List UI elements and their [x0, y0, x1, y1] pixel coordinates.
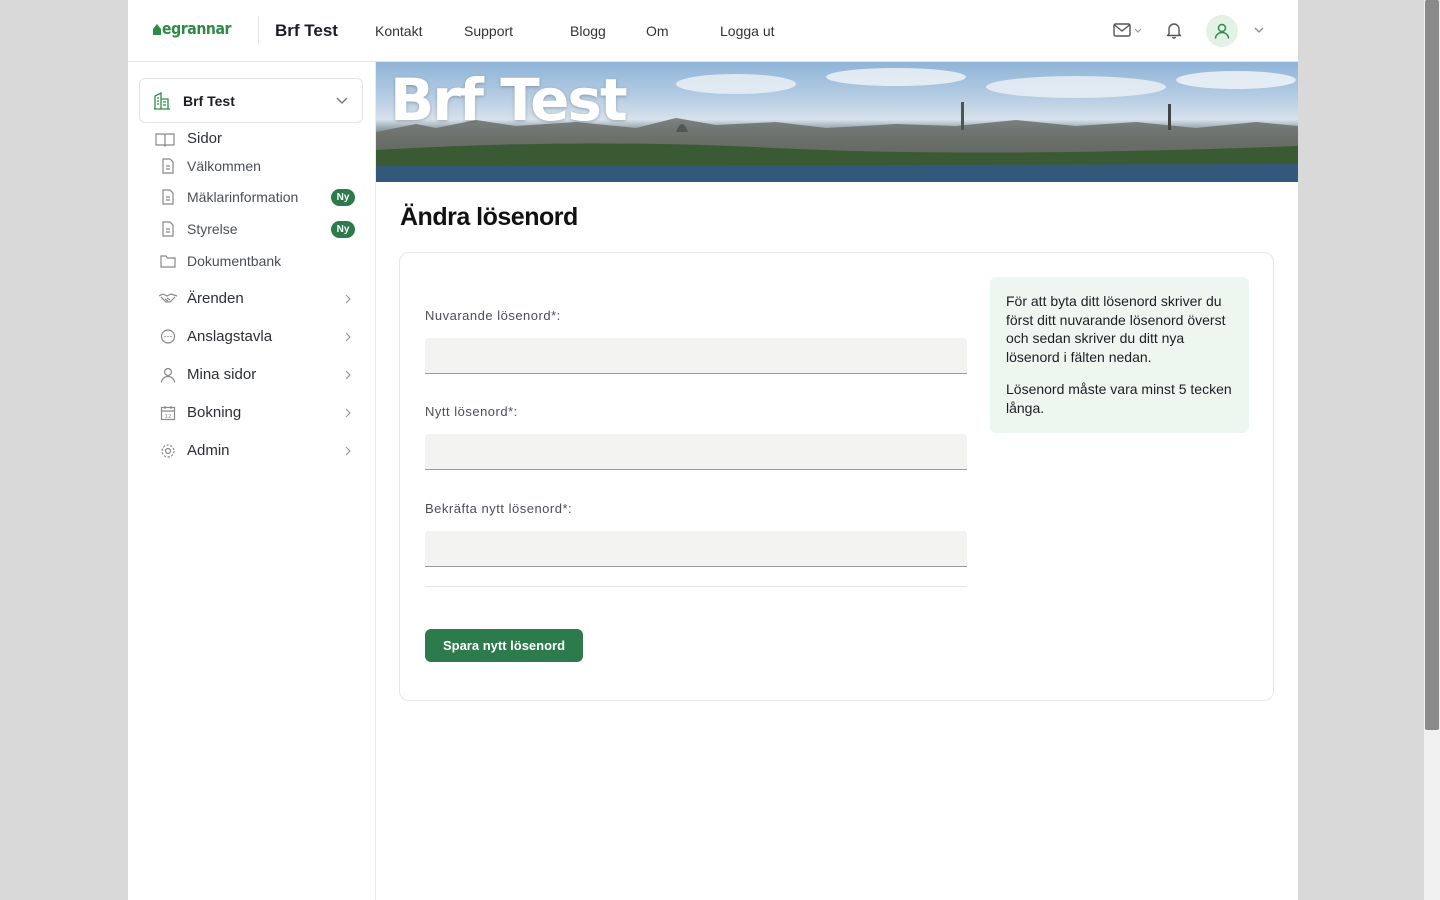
chevron-down-icon: [1254, 27, 1264, 33]
sidebar-item-mina-sidor[interactable]: Mina sidor: [128, 365, 376, 385]
account-menu-toggle[interactable]: [1253, 25, 1265, 35]
change-password-card: Nuvarande lösenord*: Nytt lösenord*: Bek…: [399, 252, 1274, 701]
document-icon: [159, 220, 177, 238]
chevron-right-icon: [345, 294, 351, 304]
sidebar-item-maklarinformation[interactable]: Mäklarinformation Ny: [128, 188, 376, 206]
messages-button[interactable]: [1113, 22, 1143, 38]
chat-bubble-icon: [159, 328, 177, 346]
sidebar-item-styrelse[interactable]: Styrelse Ny: [128, 220, 376, 238]
svg-text:12: 12: [165, 414, 172, 420]
sidebar-item-label: Anslagstavla: [187, 328, 273, 345]
chevron-down-icon: [336, 97, 348, 104]
header-banner-image: Brf Test: [376, 62, 1298, 182]
new-badge: Ny: [331, 221, 355, 238]
logo-text: egrannar: [162, 19, 232, 38]
sidebar-item-anslagstavla[interactable]: Anslagstavla: [128, 327, 376, 347]
new-password-input[interactable]: [425, 434, 967, 470]
notifications-button[interactable]: [1165, 21, 1183, 39]
sidebar-section-sidor[interactable]: Sidor: [128, 129, 376, 149]
handshake-icon: [158, 290, 178, 308]
app-window: egrannar Brf Test Kontakt Support Blogg …: [128, 0, 1298, 900]
mail-icon: [1113, 23, 1142, 37]
current-password-input[interactable]: [425, 338, 967, 374]
new-badge: Ny: [331, 189, 355, 206]
organization-selector[interactable]: Brf Test: [139, 78, 363, 123]
user-icon: [1214, 23, 1230, 39]
chevron-right-icon: [345, 408, 351, 418]
organization-name: Brf Test: [183, 93, 235, 109]
sidebar-section-label: Sidor: [187, 130, 223, 147]
confirm-password-label: Bekräfta nytt lösenord*:: [425, 501, 573, 516]
chevron-right-icon: [345, 332, 351, 342]
document-icon: [159, 157, 177, 175]
sidebar-item-admin[interactable]: Admin: [128, 441, 376, 461]
sidebar-item-arenden[interactable]: Ärenden: [128, 289, 376, 309]
current-password-label: Nuvarande lösenord*:: [425, 308, 561, 323]
sidebar-item-label: Mina sidor: [187, 366, 257, 383]
nav-link-blogg[interactable]: Blogg: [570, 23, 606, 39]
sidebar-item-label: Admin: [187, 442, 230, 459]
info-text-requirement: Lösenord måste vara minst 5 tecken långa…: [1006, 381, 1232, 416]
avatar[interactable]: [1206, 15, 1238, 47]
house-logo-icon: [153, 23, 161, 35]
info-text-instructions: För att byta ditt lösenord skriver du fö…: [1006, 293, 1226, 365]
save-password-button[interactable]: Spara nytt lösenord: [425, 629, 583, 662]
sidebar-item-valkommen[interactable]: Välkommen: [128, 157, 376, 175]
password-info-box: För att byta ditt lösenord skriver du fö…: [990, 277, 1249, 433]
sidebar-item-label: Dokumentbank: [187, 253, 282, 269]
sidebar-item-dokumentbank[interactable]: Dokumentbank: [128, 252, 376, 270]
book-icon: [155, 130, 175, 148]
sidebar-item-label: Välkommen: [187, 158, 261, 174]
sidebar-item-label: Bokning: [187, 404, 242, 421]
building-icon: [154, 92, 170, 110]
form-divider: [425, 586, 967, 587]
nav-link-kontakt[interactable]: Kontakt: [375, 23, 422, 39]
chevron-right-icon: [345, 446, 351, 456]
sidebar-item-label: Ärenden: [187, 290, 244, 307]
site-name[interactable]: Brf Test: [275, 21, 338, 41]
gear-icon: [159, 442, 177, 460]
chevron-right-icon: [345, 370, 351, 380]
nav-link-om[interactable]: Om: [646, 23, 669, 39]
sidebar-item-label: Mäklarinformation: [187, 189, 299, 205]
new-password-label: Nytt lösenord*:: [425, 404, 518, 419]
page-title: Ändra lösenord: [400, 203, 578, 231]
scrollbar-thumb[interactable]: [1425, 0, 1439, 730]
sidebar-item-bokning[interactable]: 12 Bokning: [128, 403, 376, 423]
nav-link-logga-ut[interactable]: Logga ut: [720, 23, 775, 39]
confirm-password-input[interactable]: [425, 531, 967, 567]
egrannar-logo[interactable]: egrannar: [152, 19, 240, 38]
top-navigation-bar: egrannar Brf Test Kontakt Support Blogg …: [128, 0, 1298, 62]
nav-link-support[interactable]: Support: [464, 23, 513, 39]
banner-title: Brf Test: [390, 66, 628, 134]
calendar-icon: 12: [159, 404, 177, 422]
page-scrollbar[interactable]: [1424, 0, 1440, 900]
sidebar: Brf Test Sidor Välkommen Mäklarinformati…: [128, 62, 376, 900]
sidebar-item-label: Styrelse: [187, 221, 238, 237]
header-divider: [258, 16, 259, 44]
user-icon: [159, 366, 177, 384]
document-icon: [159, 188, 177, 206]
bell-icon: [1166, 23, 1182, 39]
folder-icon: [159, 252, 177, 270]
